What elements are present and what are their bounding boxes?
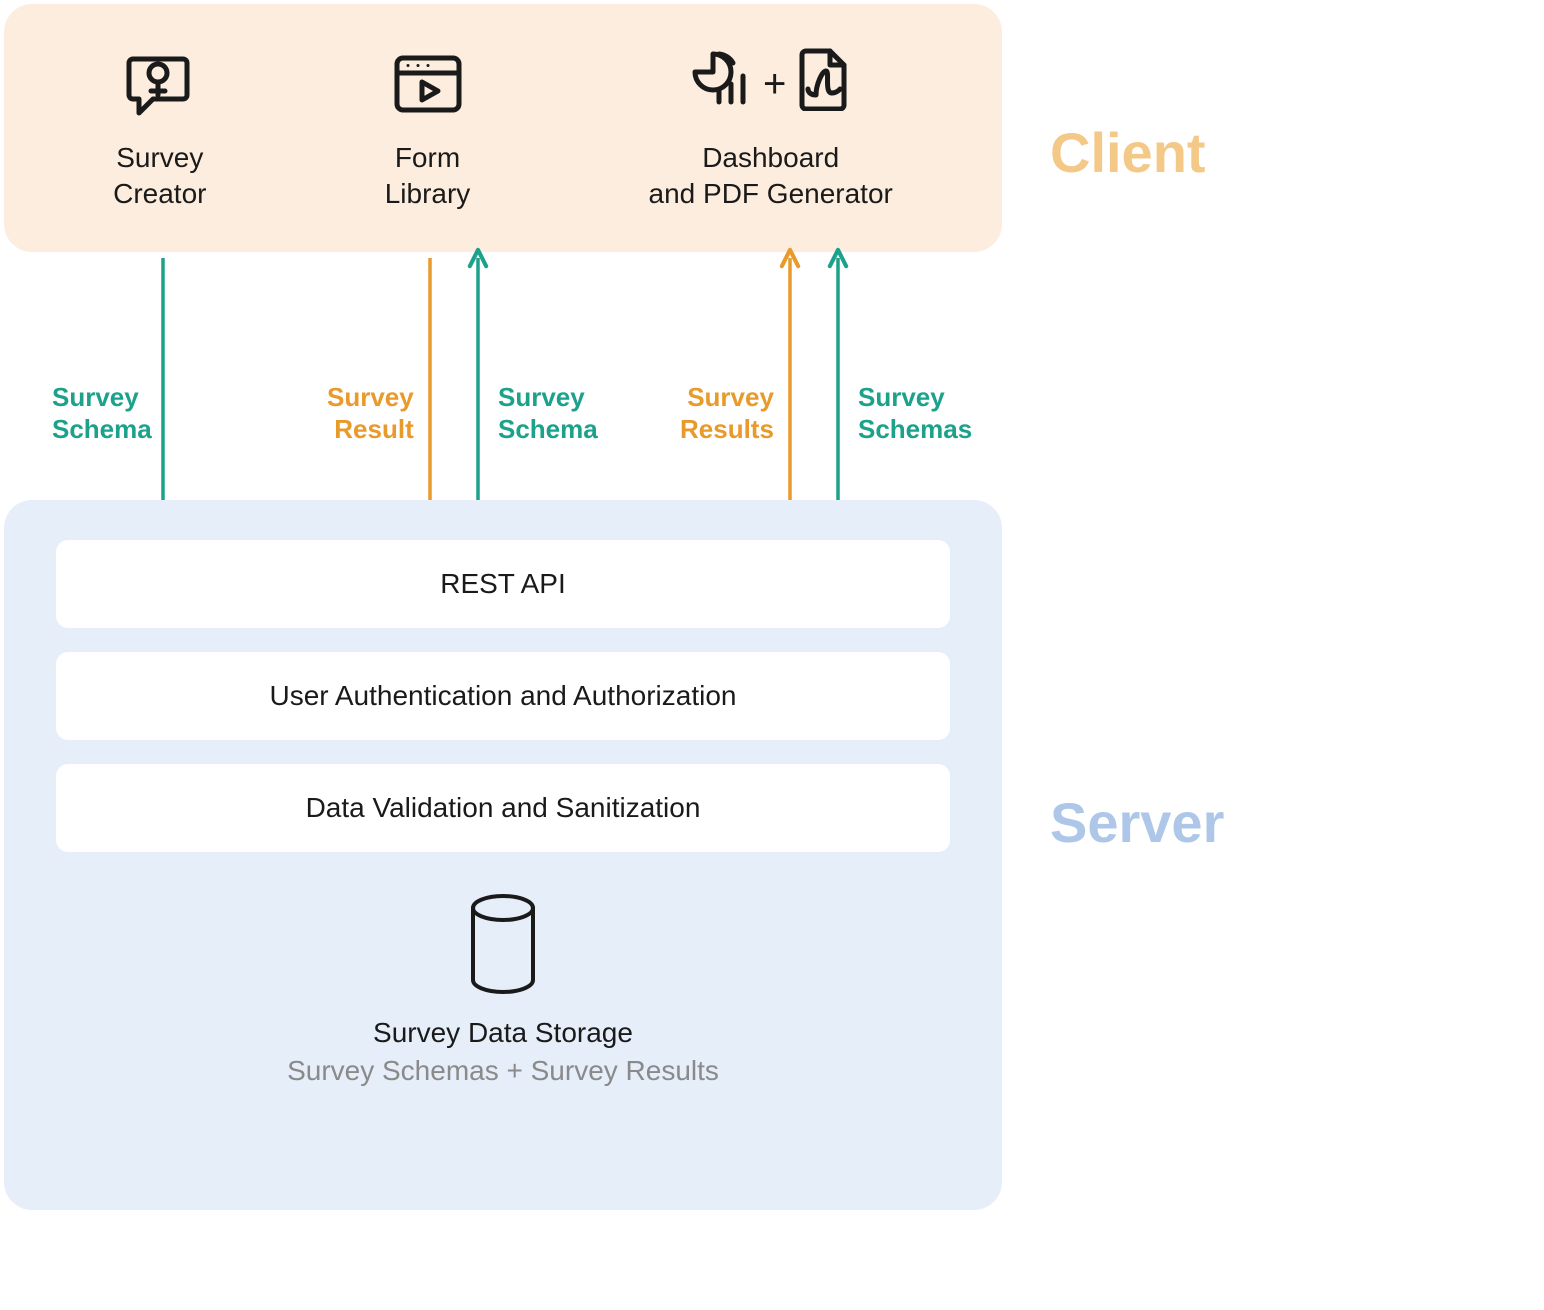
plus-icon: +: [763, 58, 786, 110]
client-item-label-line2: Creator: [113, 176, 206, 212]
pdf-icon: [798, 47, 850, 120]
form-library-icon: [392, 44, 464, 124]
client-item-label-line1: Dashboard: [702, 140, 839, 176]
arrow-label-schema-1: SurveySchema: [52, 348, 152, 446]
server-label: Server: [1050, 790, 1224, 855]
client-item-label-line1: Form: [395, 140, 460, 176]
arrow-label-results: SurveyResults: [680, 348, 774, 446]
database-icon: [464, 892, 542, 1001]
client-label: Client: [1050, 120, 1206, 185]
arrow-label-result: SurveyResult: [327, 348, 414, 446]
server-rest-api: REST API: [56, 540, 950, 628]
arrow-label-schemas: SurveySchemas: [858, 348, 972, 446]
client-form-library: Form Library: [385, 44, 471, 213]
client-survey-creator: Survey Creator: [113, 44, 206, 213]
client-item-label-line1: Survey: [116, 140, 203, 176]
server-storage: Survey Data Storage Survey Schemas + Sur…: [56, 892, 950, 1087]
server-auth: User Authentication and Authorization: [56, 652, 950, 740]
architecture-diagram: Survey Creator Form Library: [0, 0, 1544, 1310]
dashboard-icon: [691, 50, 751, 117]
client-item-label-line2: and PDF Generator: [649, 176, 893, 212]
server-validation: Data Validation and Sanitization: [56, 764, 950, 852]
arrow-label-schema-2: SurveySchema: [498, 348, 598, 446]
client-box: Survey Creator Form Library: [4, 4, 1002, 252]
server-box: REST API User Authentication and Authori…: [4, 500, 1002, 1210]
client-dashboard-pdf: + Dashboard and PDF Generator: [649, 44, 893, 213]
survey-creator-icon: [125, 44, 195, 124]
storage-title: Survey Data Storage: [373, 1017, 633, 1049]
client-item-label-line2: Library: [385, 176, 471, 212]
storage-sub: Survey Schemas + Survey Results: [287, 1055, 719, 1087]
